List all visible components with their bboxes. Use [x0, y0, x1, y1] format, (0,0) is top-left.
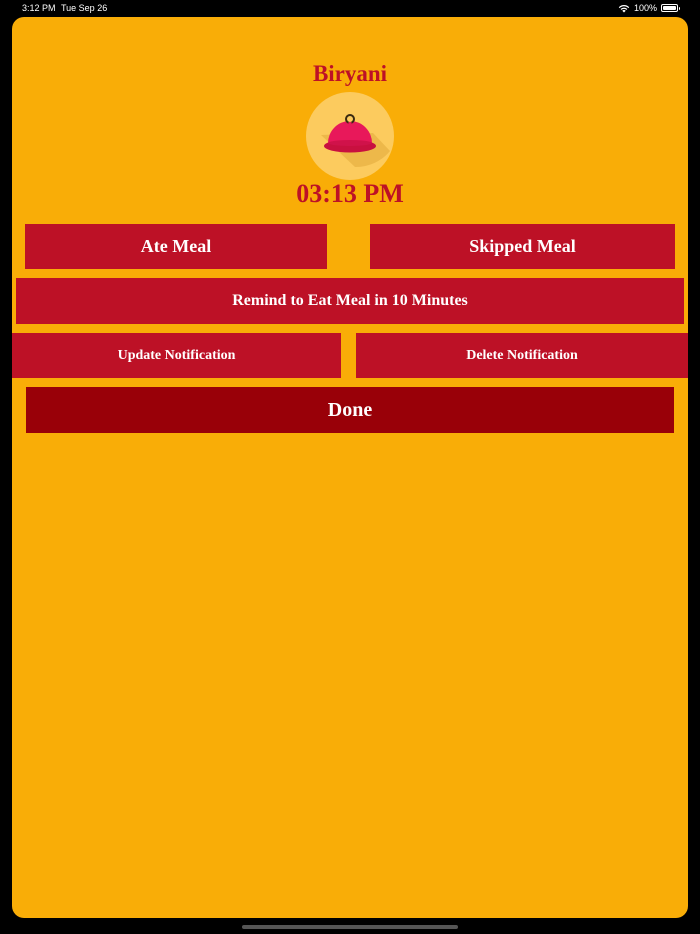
meal-reminder-sheet: Biryani 03:13 PM Ate Meal Skipped Meal R…: [12, 17, 688, 918]
status-right: 100%: [618, 3, 680, 13]
home-indicator[interactable]: [242, 925, 458, 929]
skipped-meal-button[interactable]: Skipped Meal: [370, 224, 675, 269]
remind-later-button[interactable]: Remind to Eat Meal in 10 Minutes: [16, 278, 684, 324]
status-bar: 3:12 PM Tue Sep 26 100%: [0, 0, 700, 16]
battery-percent: 100%: [633, 3, 657, 13]
meal-time: 03:13 PM: [296, 179, 404, 208]
wifi-icon: [618, 4, 630, 12]
food-cloche-icon: [306, 92, 394, 180]
ate-meal-button[interactable]: Ate Meal: [25, 224, 327, 269]
battery-icon: [661, 4, 680, 12]
status-date: Tue Sep 26: [61, 3, 108, 13]
update-notification-button[interactable]: Update Notification: [12, 333, 341, 378]
delete-notification-button[interactable]: Delete Notification: [356, 333, 688, 378]
meal-name: Biryani: [312, 61, 388, 86]
done-button[interactable]: Done: [26, 387, 674, 433]
status-time: 3:12 PM: [22, 3, 56, 13]
